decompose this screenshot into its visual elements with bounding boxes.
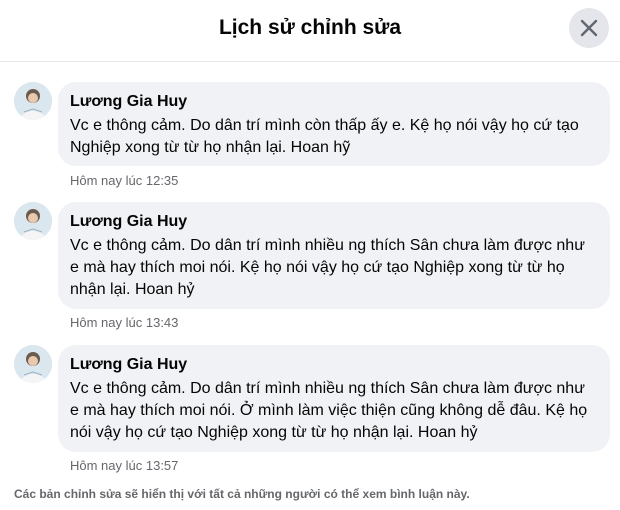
edit-timestamp: Hôm nay lúc 12:35 bbox=[70, 173, 179, 188]
comment-bubble: Lương Gia Huy Vc e thông cảm. Do dân trí… bbox=[58, 82, 610, 166]
edit-timestamp: Hôm nay lúc 13:43 bbox=[70, 315, 179, 330]
avatar[interactable] bbox=[14, 202, 52, 240]
comment-bubble: Lương Gia Huy Vc e thông cảm. Do dân trí… bbox=[58, 345, 610, 452]
comment-text: Vc e thông cảm. Do dân trí mình nhiều ng… bbox=[70, 237, 585, 298]
comment-author[interactable]: Lương Gia Huy bbox=[70, 91, 598, 112]
dialog-title: Lịch sử chỉnh sửa bbox=[218, 16, 402, 39]
dialog-header: Lịch sử chỉnh sửa bbox=[0, 0, 620, 62]
comment-text: Vc e thông cảm. Do dân trí mình nhiều ng… bbox=[70, 380, 588, 441]
edit-history-dialog: Lịch sử chỉnh sửa Lương Gia Huy Vc e thô… bbox=[0, 0, 620, 510]
close-button[interactable] bbox=[569, 8, 609, 48]
edit-timestamp: Hôm nay lúc 13:57 bbox=[70, 458, 179, 473]
comment-author[interactable]: Lương Gia Huy bbox=[70, 354, 598, 375]
avatar[interactable] bbox=[14, 345, 52, 383]
comment-text: Vc e thông cảm. Do dân trí mình còn thấp… bbox=[70, 117, 579, 156]
comment-bubble: Lương Gia Huy Vc e thông cảm. Do dân trí… bbox=[58, 202, 610, 309]
avatar-image bbox=[14, 82, 52, 120]
avatar-image bbox=[14, 202, 52, 240]
close-icon bbox=[580, 19, 598, 37]
edit-visibility-note: Các bản chỉnh sửa sẽ hiển thị với tất cả… bbox=[14, 487, 470, 501]
avatar[interactable] bbox=[14, 82, 52, 120]
comment-author[interactable]: Lương Gia Huy bbox=[70, 211, 598, 232]
avatar-image bbox=[14, 345, 52, 383]
